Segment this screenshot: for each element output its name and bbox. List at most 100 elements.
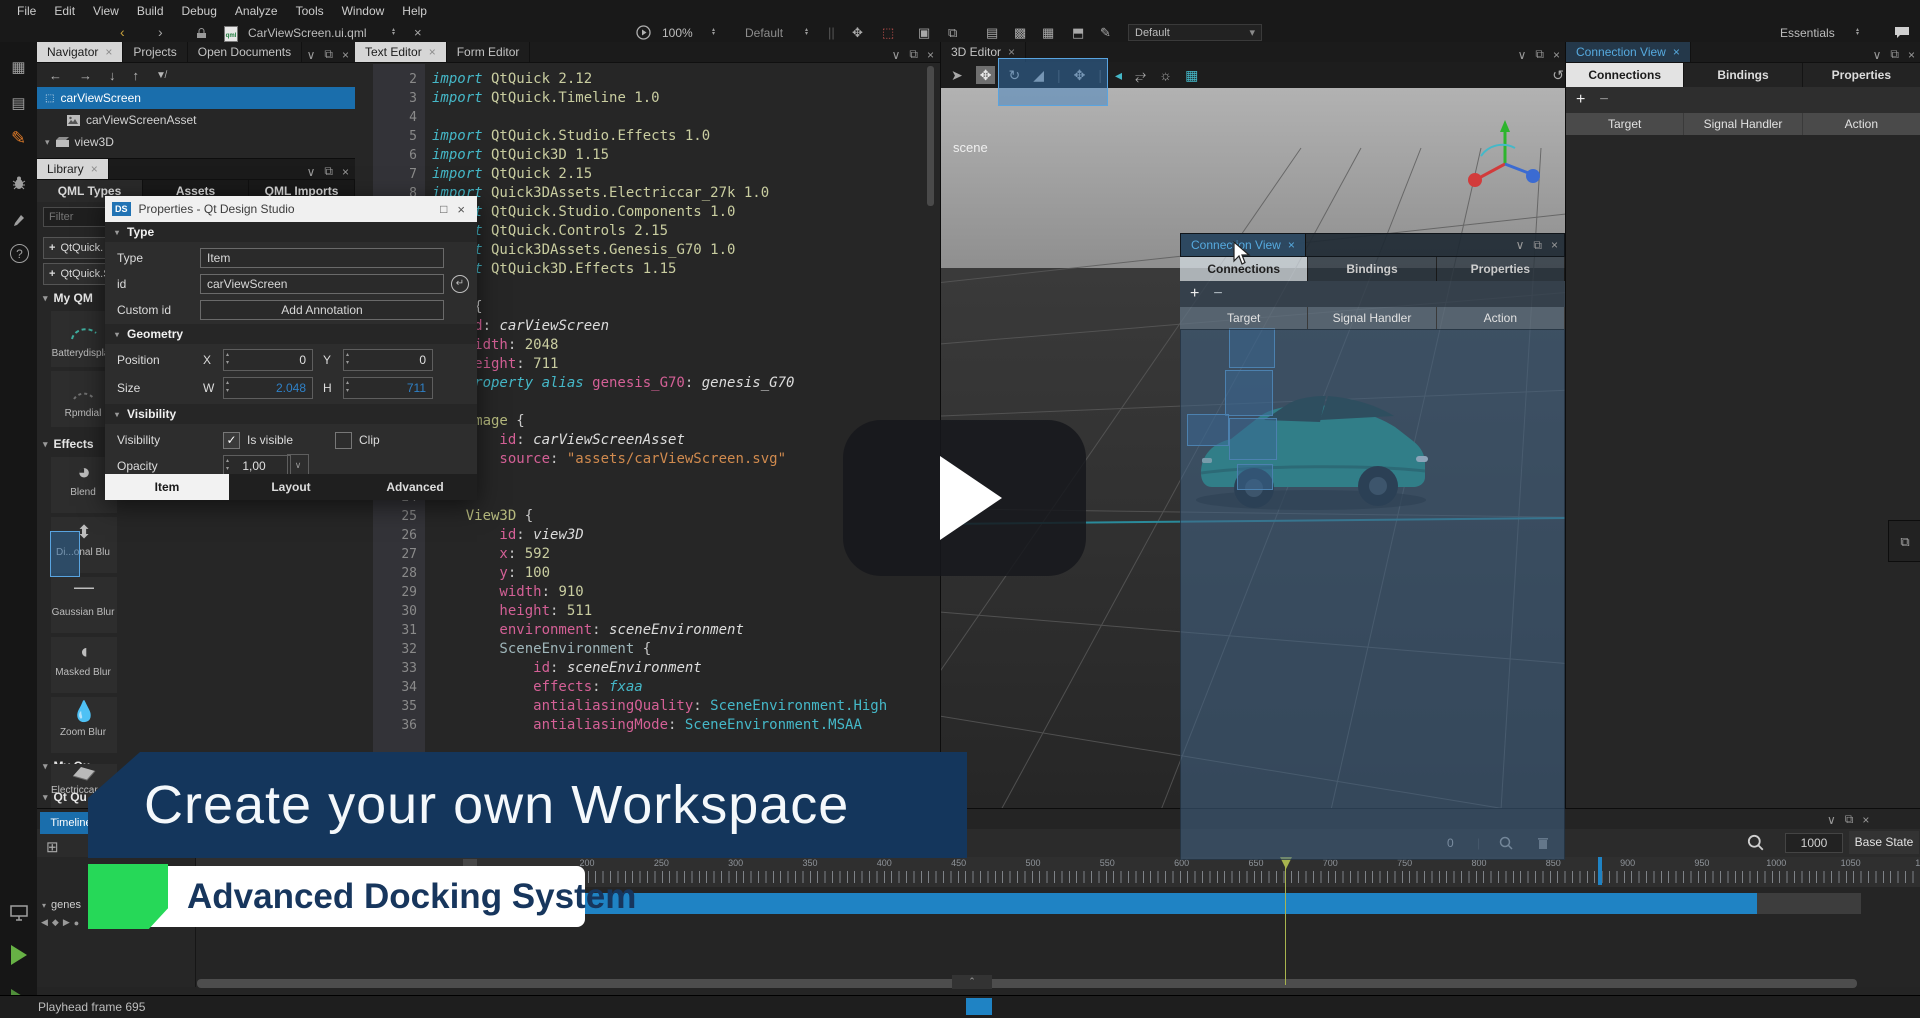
col-action[interactable]: Action: [1437, 307, 1565, 329]
move-tool-icon[interactable]: ✥: [976, 66, 996, 84]
menu-item[interactable]: Analyze: [226, 4, 287, 18]
run-app-icon[interactable]: [6, 942, 31, 967]
snap-items-icon[interactable]: ⧉: [948, 26, 957, 39]
add-connection-button[interactable]: +: [1190, 285, 1199, 303]
close-icon[interactable]: ×: [1551, 238, 1558, 252]
help-icon[interactable]: ?: [10, 244, 29, 263]
selection-tool-icon[interactable]: ⬚: [882, 26, 894, 39]
kit-monitor-icon[interactable]: [6, 900, 31, 925]
zoom-spinner[interactable]: ▴▾: [712, 28, 715, 36]
filter-icon[interactable]: ▼̸: [156, 70, 166, 81]
undock-icon[interactable]: ⧉: [324, 47, 333, 62]
remove-connection-button[interactable]: −: [1213, 285, 1222, 303]
back-icon[interactable]: ‹: [120, 25, 125, 39]
tab-library[interactable]: Library ×: [37, 159, 109, 179]
library-item-gaussian-blur[interactable]: ⎻ Gaussian Blur: [51, 577, 117, 633]
undock-icon[interactable]: ⧉: [1890, 47, 1899, 62]
w-spinbox[interactable]: ▴▾2.048: [223, 377, 313, 399]
reset-view-icon[interactable]: ↺: [1552, 68, 1564, 82]
library-item-masked-blur[interactable]: ◖ Masked Blur: [51, 637, 117, 693]
tab-navigator[interactable]: Navigator ×: [37, 42, 123, 62]
axis-gizmo[interactable]: [1461, 116, 1541, 196]
close-file-icon[interactable]: ×: [414, 26, 422, 39]
section-my-qml[interactable]: ▾My QM: [43, 291, 93, 305]
tab-item[interactable]: Item: [105, 474, 229, 500]
style-preset-spinner[interactable]: ▴▾: [805, 28, 808, 36]
close-icon[interactable]: ×: [91, 162, 98, 176]
lock-icon[interactable]: [196, 28, 207, 39]
chevron-down-icon[interactable]: ∨: [307, 165, 316, 179]
x-spinbox[interactable]: ▴▾0: [223, 349, 313, 371]
feedback-bubble-icon[interactable]: [1894, 26, 1910, 39]
debug-mode-icon[interactable]: [6, 170, 31, 195]
clip-checkbox[interactable]: [335, 432, 352, 449]
chevron-down-icon[interactable]: ∨: [1518, 48, 1527, 62]
tab-projects[interactable]: Projects: [123, 42, 187, 62]
close-icon[interactable]: ×: [342, 48, 349, 62]
tab-bindings[interactable]: Bindings: [1308, 257, 1436, 281]
tab-open-documents[interactable]: Open Documents: [188, 42, 302, 62]
tab-properties[interactable]: Properties: [1437, 257, 1565, 281]
h-spinbox[interactable]: ▴▾711: [343, 377, 433, 399]
menu-item[interactable]: File: [8, 4, 45, 18]
editor-scrollbar[interactable]: [927, 66, 934, 206]
section-geometry[interactable]: ▾Geometry: [105, 324, 477, 344]
rows-icon[interactable]: ▩: [1014, 26, 1026, 39]
grid-toggle-icon[interactable]: ▦: [1185, 68, 1198, 82]
close-icon[interactable]: ×: [1673, 45, 1680, 59]
add-connection-button[interactable]: +: [1576, 91, 1585, 109]
design-mode-icon[interactable]: ✎: [6, 126, 31, 151]
undock-icon[interactable]: ⧉: [1533, 238, 1542, 253]
chevron-down-icon[interactable]: ∨: [1873, 48, 1882, 62]
file-switch-spinner[interactable]: ▴▾: [392, 28, 395, 36]
dialog-titlebar[interactable]: DS Properties - Qt Design Studio □ ×: [105, 196, 477, 222]
edit-mode-icon[interactable]: ▤: [6, 90, 31, 115]
grid-view-icon[interactable]: ⊞: [46, 840, 59, 855]
close-icon[interactable]: ×: [1288, 238, 1295, 252]
forward-icon[interactable]: ›: [158, 25, 163, 39]
col-target[interactable]: Target: [1180, 307, 1308, 329]
grid-layout-icon[interactable]: ▦: [1042, 26, 1054, 39]
chevron-down-icon[interactable]: ∨: [1516, 238, 1525, 252]
video-play-button[interactable]: [843, 420, 1086, 576]
floating-connection-view[interactable]: Connection View × ∨ ⧉ × Connections Bind…: [1180, 233, 1565, 858]
undock-icon[interactable]: ⧉: [909, 47, 918, 62]
section-type[interactable]: ▾Type: [105, 222, 477, 242]
reset-id-icon[interactable]: ↵: [451, 275, 469, 293]
perspective-spinner[interactable]: ▴▾: [1856, 28, 1859, 36]
tab-text-editor[interactable]: Text Editor ×: [355, 42, 447, 62]
record-icon[interactable]: ●: [74, 918, 79, 928]
undock-icon[interactable]: ⧉: [1845, 812, 1854, 827]
properties-dialog[interactable]: DS Properties - Qt Design Studio □ × ▾Ty…: [105, 196, 477, 500]
menu-item[interactable]: Window: [333, 4, 394, 18]
is-visible-checkbox[interactable]: ✓: [223, 432, 240, 449]
y-spinbox[interactable]: ▴▾0: [343, 349, 433, 371]
expander-icon[interactable]: ▾: [45, 137, 50, 148]
tab-connections[interactable]: Connections: [1566, 63, 1684, 87]
annotation-icon[interactable]: ✎: [1100, 26, 1111, 39]
menu-item[interactable]: Help: [393, 4, 436, 18]
nav-up-icon[interactable]: ↑: [133, 68, 140, 83]
tree-item-view3d[interactable]: ▾ view3D: [37, 131, 355, 153]
run-icon[interactable]: [636, 25, 651, 40]
style-preset-value[interactable]: Default: [745, 26, 783, 40]
tab-layout[interactable]: Layout: [229, 474, 353, 500]
type-field[interactable]: Item: [200, 248, 444, 268]
collapsed-dock-stub[interactable]: ⧉: [1888, 520, 1920, 562]
welcome-mode-icon[interactable]: ▦: [6, 54, 31, 79]
remove-connection-button[interactable]: −: [1599, 91, 1608, 109]
show-bounds-icon[interactable]: ▣: [918, 26, 930, 39]
menu-item[interactable]: Debug: [173, 4, 226, 18]
local-orientation-icon[interactable]: ◂: [1115, 68, 1122, 82]
close-icon[interactable]: ×: [457, 202, 477, 217]
edit-light-icon[interactable]: ☼: [1159, 68, 1172, 82]
timeline-end-frame[interactable]: 1000: [1785, 833, 1843, 853]
tab-connection-view[interactable]: Connection View ×: [1566, 42, 1691, 62]
tree-item-carviewscreen[interactable]: ⬚ carViewScreen: [37, 87, 355, 109]
col-action[interactable]: Action: [1803, 113, 1920, 135]
collapse-panel-button[interactable]: ⌃: [952, 975, 992, 989]
tab-bindings[interactable]: Bindings: [1684, 63, 1802, 87]
close-icon[interactable]: ×: [1553, 48, 1560, 62]
timeline-scrollbar[interactable]: [197, 979, 1857, 988]
base-state-button[interactable]: Base State: [1849, 831, 1919, 854]
